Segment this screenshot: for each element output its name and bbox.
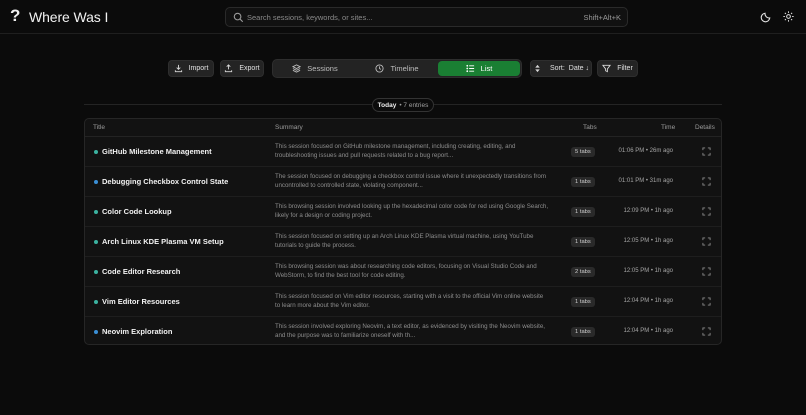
row-tabs-badge: 1 tabs xyxy=(571,207,595,217)
sessions-table: Title Summary Tabs Time Details GitHub M… xyxy=(84,118,722,345)
row-title[interactable]: Vim Editor Resources xyxy=(102,297,180,306)
import-button[interactable]: Import xyxy=(168,60,214,77)
app-header: ? Where Was I Search sessions, keywords,… xyxy=(0,0,806,34)
status-dot xyxy=(94,270,98,274)
question-logo-icon: ? xyxy=(10,6,21,25)
export-button[interactable]: Export xyxy=(220,60,264,77)
date-group-count: • 7 entries xyxy=(399,101,429,109)
row-time: 01:01 PM • 31m ago xyxy=(618,178,673,184)
tab-sessions[interactable]: Sessions xyxy=(274,61,356,76)
row-summary: This session focused on setting up an Ar… xyxy=(275,233,534,249)
row-summary: The session focused on debugging a check… xyxy=(275,173,547,189)
header-summary: Summary xyxy=(275,124,303,131)
row-tabs-badge: 1 tabs xyxy=(571,327,595,337)
tab-timeline[interactable]: Timeline xyxy=(356,61,438,76)
upload-icon xyxy=(225,64,233,73)
status-dot xyxy=(94,210,98,214)
row-time: 12:05 PM • 1h ago xyxy=(623,238,673,244)
search-shortcut: Shift+Alt+K xyxy=(583,13,621,22)
search-placeholder: Search sessions, keywords, or sites... xyxy=(247,13,373,22)
row-time: 12:04 PM • 1h ago xyxy=(623,328,673,334)
row-summary: This browsing session involved looking u… xyxy=(275,203,549,219)
row-time: 12:04 PM • 1h ago xyxy=(623,298,673,304)
table-row[interactable]: Debugging Checkbox Control State The ses… xyxy=(85,167,721,197)
row-summary: This session involved exploring Neovim, … xyxy=(275,323,545,339)
table-header: Title Summary Tabs Time Details xyxy=(85,119,721,137)
row-title[interactable]: Neovim Exploration xyxy=(102,327,172,336)
status-dot xyxy=(94,150,98,154)
expand-icon[interactable] xyxy=(702,147,711,156)
clock-icon xyxy=(375,64,385,73)
row-tabs-badge: 1 tabs xyxy=(571,177,595,187)
table-row[interactable]: Code Editor Research This browsing sessi… xyxy=(85,257,721,287)
row-title[interactable]: GitHub Milestone Management xyxy=(102,147,212,156)
header-title: Title xyxy=(93,124,106,131)
table-row[interactable]: Arch Linux KDE Plasma VM Setup This sess… xyxy=(85,227,721,257)
sort-button[interactable]: Sort: Date ↓ xyxy=(530,60,592,77)
row-tabs-badge: 1 tabs xyxy=(571,297,595,307)
date-group-day: Today xyxy=(377,101,397,109)
filter-icon xyxy=(602,64,612,73)
tab-sessions-label: Sessions xyxy=(307,64,338,73)
table-row[interactable]: Color Code Lookup This browsing session … xyxy=(85,197,721,227)
gear-icon[interactable] xyxy=(782,10,795,23)
search-icon xyxy=(233,12,244,23)
sort-arrows-icon xyxy=(535,64,540,73)
expand-icon[interactable] xyxy=(702,327,711,336)
app-title: Where Was I xyxy=(29,9,109,25)
row-time: 12:05 PM • 1h ago xyxy=(623,268,673,274)
row-tabs-badge: 1 tabs xyxy=(571,237,595,247)
search-input[interactable]: Search sessions, keywords, or sites... S… xyxy=(225,7,628,27)
sort-value: Date ↓ xyxy=(568,65,590,72)
row-title[interactable]: Arch Linux KDE Plasma VM Setup xyxy=(102,237,224,246)
row-summary: This session focused on GitHub milestone… xyxy=(275,143,516,159)
row-summary: This browsing session was about research… xyxy=(275,263,537,279)
expand-icon[interactable] xyxy=(702,177,711,186)
download-icon xyxy=(174,64,182,73)
export-label: Export xyxy=(239,65,260,72)
expand-icon[interactable] xyxy=(702,207,711,216)
sort-label: Sort: xyxy=(549,65,565,72)
layers-icon xyxy=(292,64,302,73)
import-label: Import xyxy=(188,65,209,72)
view-switcher: Sessions Timeline List xyxy=(272,59,522,78)
header-details: Details xyxy=(695,124,715,131)
status-dot xyxy=(94,330,98,334)
header-tabs: Tabs xyxy=(583,124,597,131)
filter-label: Filter xyxy=(617,65,633,72)
row-tabs-badge: 5 tabs xyxy=(571,147,595,157)
expand-icon[interactable] xyxy=(702,297,711,306)
list-icon xyxy=(466,64,474,73)
row-time: 01:06 PM • 26m ago xyxy=(618,148,673,154)
row-summary: This session focused on Vim editor resou… xyxy=(275,293,544,309)
status-dot xyxy=(94,300,98,304)
row-time: 12:09 PM • 1h ago xyxy=(623,208,673,214)
status-dot xyxy=(94,240,98,244)
header-time: Time xyxy=(661,124,676,131)
table-row[interactable]: Vim Editor Resources This session focuse… xyxy=(85,287,721,317)
date-group-pill: Today • 7 entries xyxy=(372,98,434,112)
table-row[interactable]: Neovim Exploration This session involved… xyxy=(85,317,721,344)
filter-button[interactable]: Filter xyxy=(597,60,638,77)
row-title[interactable]: Debugging Checkbox Control State xyxy=(102,177,228,186)
tab-timeline-label: Timeline xyxy=(390,64,419,73)
expand-icon[interactable] xyxy=(702,237,711,246)
row-tabs-badge: 2 tabs xyxy=(571,267,595,277)
table-row[interactable]: GitHub Milestone Management This session… xyxy=(85,137,721,167)
tab-list-label: List xyxy=(480,64,493,73)
status-dot xyxy=(94,180,98,184)
row-title[interactable]: Code Editor Research xyxy=(102,267,180,276)
expand-icon[interactable] xyxy=(702,267,711,276)
moon-icon[interactable] xyxy=(760,10,773,23)
tab-list[interactable]: List xyxy=(438,61,520,76)
row-title[interactable]: Color Code Lookup xyxy=(102,207,172,216)
